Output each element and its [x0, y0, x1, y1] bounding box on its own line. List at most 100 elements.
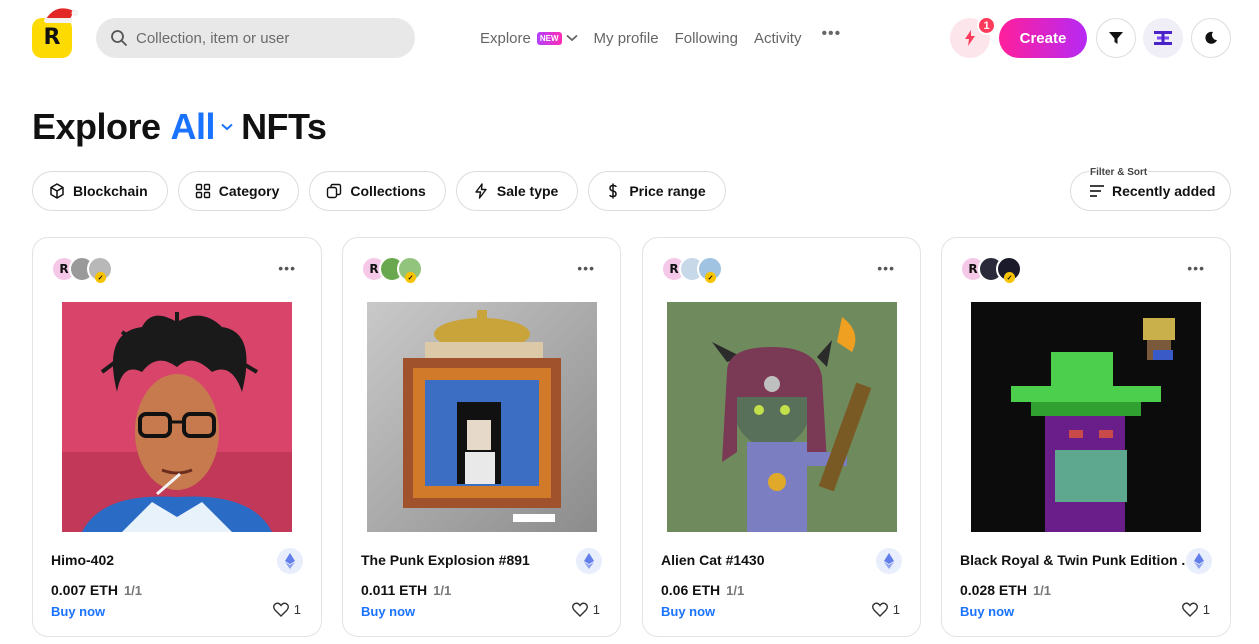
- title-prefix: Explore: [32, 106, 161, 147]
- funnel-icon: [1109, 32, 1123, 44]
- logo-letter: R: [43, 25, 61, 50]
- filter-category[interactable]: Category: [177, 171, 300, 211]
- nft-price: 0.06 ETH 1/1: [661, 582, 744, 598]
- buy-now-link[interactable]: Buy now: [361, 604, 415, 619]
- nft-artwork: [367, 302, 597, 532]
- chevron-down-icon: [565, 34, 578, 42]
- heart-icon: [871, 602, 888, 617]
- nft-name[interactable]: Himo-402: [51, 552, 114, 568]
- nav-my-profile[interactable]: My profile: [594, 30, 659, 47]
- wallet-button[interactable]: [1143, 18, 1183, 58]
- nft-name[interactable]: Alien Cat #1430: [661, 552, 765, 568]
- filter-collections-label: Collections: [350, 183, 426, 199]
- filter-sale-type-label: Sale type: [496, 183, 559, 199]
- bolt-icon: [475, 183, 487, 199]
- theme-toggle-button[interactable]: [1191, 18, 1231, 58]
- price-value: 0.06 ETH: [661, 582, 721, 598]
- nav-activity-label: Activity: [753, 29, 802, 47]
- page-title: Explore All NFTs: [32, 106, 327, 148]
- edition-count: 1/1: [433, 583, 452, 598]
- filter-blockchain-label: Blockchain: [73, 183, 148, 199]
- nav-more-button[interactable]: •••: [821, 25, 841, 43]
- filter-bar: Blockchain Category Collections Sale typ…: [32, 171, 736, 211]
- filter-price-range[interactable]: Price range: [588, 171, 726, 211]
- filter-category-label: Category: [218, 183, 280, 199]
- buy-now-link[interactable]: Buy now: [51, 604, 105, 619]
- buy-now-link[interactable]: Buy now: [661, 604, 715, 619]
- main-nav: Explore NEW My profile Following Activit…: [480, 25, 857, 48]
- verified-check-icon: ✓: [95, 272, 106, 283]
- nft-price: 0.028 ETH 1/1: [960, 582, 1051, 598]
- lightning-icon: [965, 30, 975, 46]
- like-count: 1: [892, 602, 900, 617]
- nav-activity[interactable]: Activity: [754, 30, 802, 47]
- price-value: 0.011 ETH: [361, 582, 428, 598]
- grid-icon: [195, 183, 210, 199]
- create-button[interactable]: Create: [999, 18, 1087, 58]
- filter-collections[interactable]: Collections: [309, 171, 446, 211]
- nav-following[interactable]: Following: [675, 30, 738, 47]
- card-more-button[interactable]: •••: [278, 260, 296, 276]
- price-value: 0.028 ETH: [960, 582, 1027, 598]
- sort-label: Filter & Sort: [1089, 167, 1149, 178]
- wallet-logo-icon: [1154, 31, 1172, 45]
- nft-artwork: [667, 302, 897, 532]
- like-button[interactable]: 1: [571, 602, 600, 617]
- nav-explore[interactable]: Explore NEW: [480, 30, 578, 47]
- price-value: 0.007 ETH: [51, 582, 118, 598]
- collections-icon: [327, 183, 342, 199]
- filter-sale-type[interactable]: Sale type: [455, 171, 579, 211]
- like-button[interactable]: 1: [871, 602, 900, 617]
- nft-card[interactable]: R ✓ ••• The Punk Explosion #891 0.011 ET…: [342, 237, 621, 637]
- card-more-button[interactable]: •••: [1187, 260, 1205, 276]
- nft-price: 0.011 ETH 1/1: [361, 582, 451, 598]
- nft-price: 0.007 ETH 1/1: [51, 582, 142, 598]
- nft-image[interactable]: [367, 302, 597, 532]
- ethereum-icon: [1186, 548, 1212, 574]
- ethereum-icon: [576, 548, 602, 574]
- santa-hat-icon: [44, 8, 79, 23]
- like-button[interactable]: 1: [272, 602, 301, 617]
- sort-value: Recently added: [1112, 183, 1216, 199]
- cube-icon: [50, 183, 64, 199]
- ethereum-icon: [277, 548, 303, 574]
- edition-count: 1/1: [123, 583, 143, 598]
- nav-following-label: Following: [674, 29, 738, 47]
- dollar-icon: [609, 183, 618, 199]
- chevron-down-icon[interactable]: [221, 123, 233, 131]
- like-count: 1: [592, 602, 600, 617]
- top-header: R Explore NEW My profile Following Activ…: [0, 0, 1259, 76]
- title-suffix: NFTs: [241, 106, 327, 147]
- funnel-button[interactable]: [1096, 18, 1136, 58]
- nft-card[interactable]: R ✓ ••• Himo-402 0.007 ETH 1/1 Buy now 1: [32, 237, 322, 637]
- search-bar[interactable]: [96, 18, 415, 58]
- nav-explore-label: Explore: [480, 29, 531, 47]
- card-more-button[interactable]: •••: [577, 260, 595, 276]
- search-input[interactable]: [136, 29, 396, 47]
- like-button[interactable]: 1: [1181, 602, 1210, 617]
- nft-name[interactable]: The Punk Explosion #891: [361, 552, 530, 568]
- ethereum-icon: [876, 548, 902, 574]
- nft-image[interactable]: [667, 302, 897, 532]
- heart-icon: [1181, 602, 1198, 617]
- buy-now-link[interactable]: Buy now: [960, 604, 1014, 619]
- nav-my-profile-label: My profile: [593, 29, 659, 47]
- filter-blockchain[interactable]: Blockchain: [32, 171, 168, 211]
- nft-card[interactable]: R ✓ ••• Alien Cat #1430 0.06 ETH 1/1 Buy …: [642, 237, 921, 637]
- notification-count-badge: 1: [977, 16, 996, 35]
- nft-name[interactable]: Black Royal & Twin Punk Edition ...: [960, 552, 1185, 568]
- nft-image[interactable]: [971, 302, 1201, 532]
- edition-count: 1/1: [726, 583, 745, 598]
- title-filter-dropdown[interactable]: All: [171, 106, 216, 148]
- like-count: 1: [293, 602, 301, 617]
- verified-check-icon: ✓: [405, 272, 416, 283]
- heart-icon: [272, 602, 289, 617]
- verified-check-icon: ✓: [1004, 272, 1015, 283]
- nft-image[interactable]: [62, 302, 292, 532]
- verified-check-icon: ✓: [705, 272, 716, 283]
- heart-icon: [571, 602, 588, 617]
- sort-lines-icon: [1090, 185, 1104, 197]
- card-more-button[interactable]: •••: [877, 260, 895, 276]
- nft-card[interactable]: R ✓ ••• Black Royal & Twin Punk Edition …: [941, 237, 1231, 637]
- edition-count: 1/1: [1032, 583, 1052, 598]
